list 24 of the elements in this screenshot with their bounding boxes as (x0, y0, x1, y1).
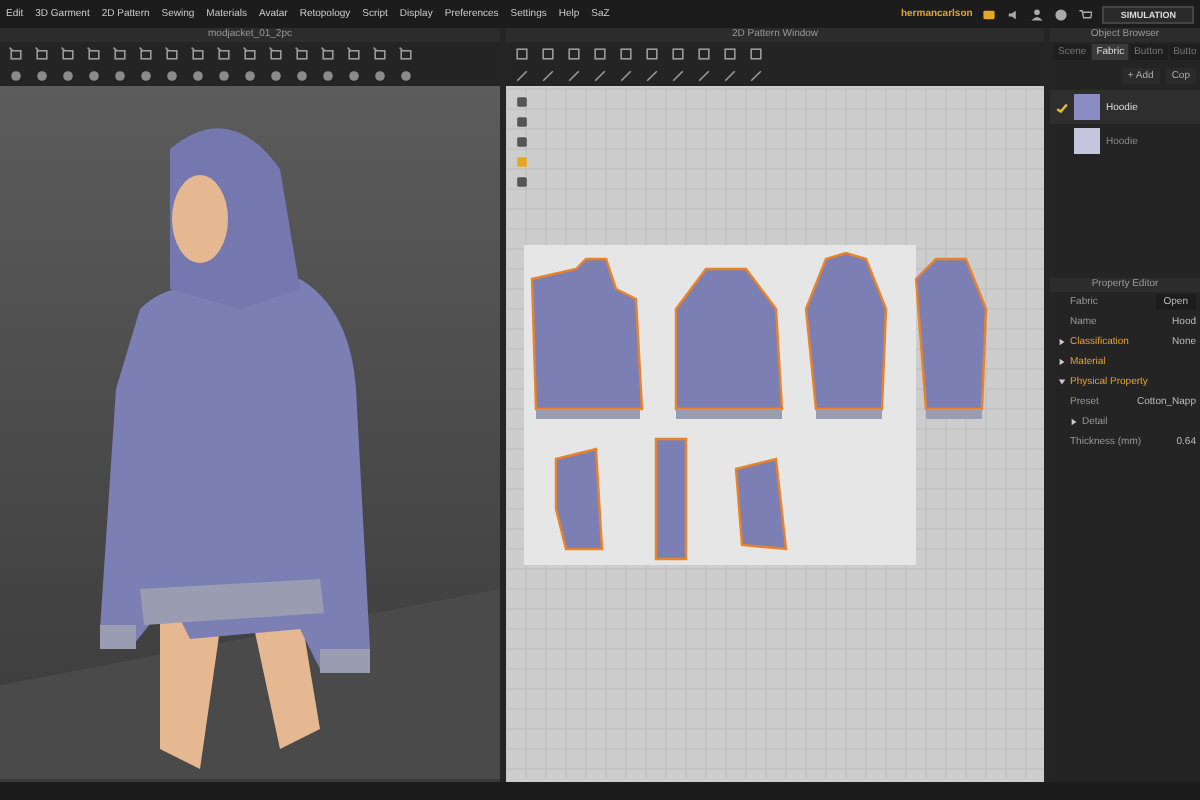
tool-icon[interactable] (112, 45, 128, 61)
cart-icon[interactable] (1078, 7, 1093, 21)
user-icon[interactable] (1030, 7, 1045, 21)
tool-icon[interactable] (268, 45, 284, 61)
tool-icon[interactable] (242, 45, 258, 61)
triangle-icon[interactable] (1058, 358, 1066, 366)
tool-icon[interactable] (320, 45, 336, 61)
tool-icon[interactable] (8, 45, 24, 61)
tool-icon[interactable] (346, 45, 362, 61)
check-icon (1056, 101, 1068, 113)
speaker-icon[interactable] (1006, 7, 1021, 21)
tool-icon[interactable] (138, 45, 154, 61)
tool-icon[interactable] (86, 45, 102, 61)
tool-icon[interactable] (216, 45, 232, 61)
tool-icon[interactable] (372, 45, 388, 61)
tool-icon[interactable] (60, 45, 76, 61)
tool-icon[interactable] (398, 45, 414, 61)
triangle-icon[interactable] (1058, 338, 1066, 346)
tool-icon[interactable] (294, 45, 310, 61)
tool-icon[interactable] (34, 45, 50, 61)
triangle-icon[interactable] (1058, 378, 1066, 386)
tool-icon[interactable] (190, 45, 206, 61)
triangle-icon[interactable] (1070, 418, 1078, 426)
tool-icon[interactable] (164, 45, 180, 61)
